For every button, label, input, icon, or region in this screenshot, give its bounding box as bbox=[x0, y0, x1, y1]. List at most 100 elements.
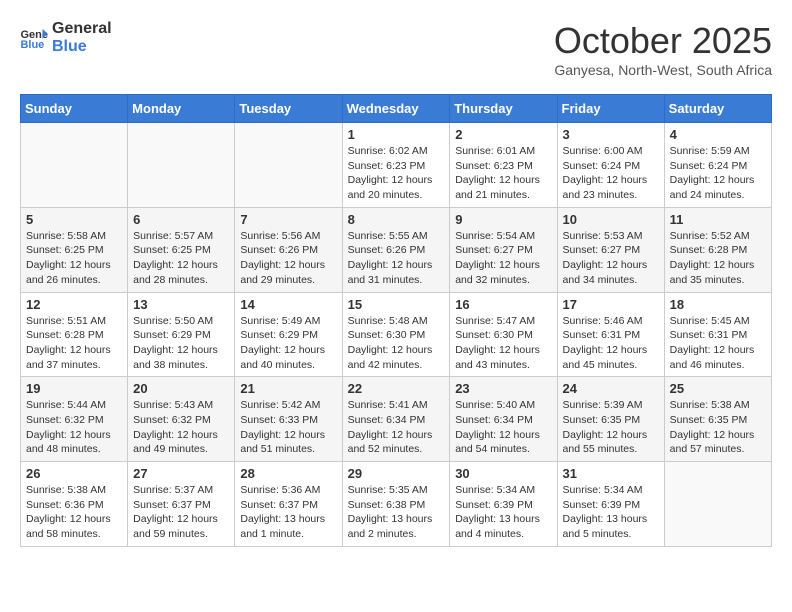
day-info: Sunrise: 5:45 AM Sunset: 6:31 PM Dayligh… bbox=[670, 314, 766, 373]
day-info: Sunrise: 5:52 AM Sunset: 6:28 PM Dayligh… bbox=[670, 229, 766, 288]
day-info: Sunrise: 5:53 AM Sunset: 6:27 PM Dayligh… bbox=[563, 229, 659, 288]
title-block: October 2025 Ganyesa, North-West, South … bbox=[554, 20, 772, 78]
weekday-header-wednesday: Wednesday bbox=[342, 95, 450, 123]
calendar-cell: 26 Sunrise: 5:38 AM Sunset: 6:36 PM Dayli… bbox=[21, 462, 128, 547]
calendar-cell: 24 Sunrise: 5:39 AM Sunset: 6:35 PM Dayli… bbox=[557, 377, 664, 462]
day-number: 2 bbox=[455, 127, 551, 142]
calendar-cell: 8Sunrise: 5:55 AM Sunset: 6:26 PM Daylig… bbox=[342, 207, 450, 292]
calendar-cell: 9Sunrise: 5:54 AM Sunset: 6:27 PM Daylig… bbox=[450, 207, 557, 292]
day-info: Sunrise: 5:48 AM Sunset: 6:30 PM Dayligh… bbox=[348, 314, 445, 373]
calendar-cell: 10 Sunrise: 5:53 AM Sunset: 6:27 PM Dayli… bbox=[557, 207, 664, 292]
weekday-header-tuesday: Tuesday bbox=[235, 95, 342, 123]
day-number: 3 bbox=[563, 127, 659, 142]
day-info: Sunrise: 5:50 AM Sunset: 6:29 PM Dayligh… bbox=[133, 314, 229, 373]
logo-blue-text: Blue bbox=[52, 38, 112, 56]
day-info: Sunrise: 6:01 AM Sunset: 6:23 PM Dayligh… bbox=[455, 144, 551, 203]
day-info: Sunrise: 5:44 AM Sunset: 6:32 PM Dayligh… bbox=[26, 398, 122, 457]
calendar-cell bbox=[21, 123, 128, 208]
calendar-cell: 27 Sunrise: 5:37 AM Sunset: 6:37 PM Dayli… bbox=[128, 462, 235, 547]
day-number: 4 bbox=[670, 127, 766, 142]
week-row-3: 12 Sunrise: 5:51 AM Sunset: 6:28 PM Dayli… bbox=[21, 292, 772, 377]
day-number: 19 bbox=[26, 381, 122, 396]
logo-general-text: General bbox=[52, 20, 112, 38]
calendar-table: SundayMondayTuesdayWednesdayThursdayFrid… bbox=[20, 94, 772, 547]
day-info: Sunrise: 5:46 AM Sunset: 6:31 PM Dayligh… bbox=[563, 314, 659, 373]
calendar-cell: 14 Sunrise: 5:49 AM Sunset: 6:29 PM Dayli… bbox=[235, 292, 342, 377]
day-number: 14 bbox=[240, 297, 336, 312]
weekday-header-sunday: Sunday bbox=[21, 95, 128, 123]
calendar-cell: 30Sunrise: 5:34 AM Sunset: 6:39 PM Dayli… bbox=[450, 462, 557, 547]
day-number: 21 bbox=[240, 381, 336, 396]
week-row-1: 1 Sunrise: 6:02 AM Sunset: 6:23 PM Daylig… bbox=[21, 123, 772, 208]
day-info: Sunrise: 5:47 AM Sunset: 6:30 PM Dayligh… bbox=[455, 314, 551, 373]
calendar-cell: 18 Sunrise: 5:45 AM Sunset: 6:31 PM Dayli… bbox=[664, 292, 771, 377]
calendar-cell: 13 Sunrise: 5:50 AM Sunset: 6:29 PM Dayli… bbox=[128, 292, 235, 377]
day-number: 17 bbox=[563, 297, 659, 312]
day-info: Sunrise: 5:59 AM Sunset: 6:24 PM Dayligh… bbox=[670, 144, 766, 203]
calendar-cell: 12 Sunrise: 5:51 AM Sunset: 6:28 PM Dayli… bbox=[21, 292, 128, 377]
logo: General Blue General Blue bbox=[20, 20, 112, 55]
calendar-cell: 19 Sunrise: 5:44 AM Sunset: 6:32 PM Dayli… bbox=[21, 377, 128, 462]
day-info: Sunrise: 6:02 AM Sunset: 6:23 PM Dayligh… bbox=[348, 144, 445, 203]
day-info: Sunrise: 5:56 AM Sunset: 6:26 PM Dayligh… bbox=[240, 229, 336, 288]
day-info: Sunrise: 5:57 AM Sunset: 6:25 PM Dayligh… bbox=[133, 229, 229, 288]
day-number: 23 bbox=[455, 381, 551, 396]
weekday-header-thursday: Thursday bbox=[450, 95, 557, 123]
day-info: Sunrise: 5:35 AM Sunset: 6:38 PM Dayligh… bbox=[348, 483, 445, 542]
day-number: 12 bbox=[26, 297, 122, 312]
calendar-cell: 28 Sunrise: 5:36 AM Sunset: 6:37 PM Dayli… bbox=[235, 462, 342, 547]
day-number: 5 bbox=[26, 212, 122, 227]
day-info: Sunrise: 5:49 AM Sunset: 6:29 PM Dayligh… bbox=[240, 314, 336, 373]
day-number: 28 bbox=[240, 466, 336, 481]
day-info: Sunrise: 5:38 AM Sunset: 6:35 PM Dayligh… bbox=[670, 398, 766, 457]
calendar-cell: 20 Sunrise: 5:43 AM Sunset: 6:32 PM Dayli… bbox=[128, 377, 235, 462]
week-row-2: 5 Sunrise: 5:58 AM Sunset: 6:25 PM Daylig… bbox=[21, 207, 772, 292]
day-info: Sunrise: 5:43 AM Sunset: 6:32 PM Dayligh… bbox=[133, 398, 229, 457]
day-number: 18 bbox=[670, 297, 766, 312]
day-number: 29 bbox=[348, 466, 445, 481]
day-info: Sunrise: 5:42 AM Sunset: 6:33 PM Dayligh… bbox=[240, 398, 336, 457]
day-number: 31 bbox=[563, 466, 659, 481]
day-info: Sunrise: 5:37 AM Sunset: 6:37 PM Dayligh… bbox=[133, 483, 229, 542]
calendar-cell: 21 Sunrise: 5:42 AM Sunset: 6:33 PM Dayli… bbox=[235, 377, 342, 462]
day-info: Sunrise: 5:38 AM Sunset: 6:36 PM Dayligh… bbox=[26, 483, 122, 542]
calendar-cell: 6 Sunrise: 5:57 AM Sunset: 6:25 PM Daylig… bbox=[128, 207, 235, 292]
week-row-5: 26 Sunrise: 5:38 AM Sunset: 6:36 PM Dayli… bbox=[21, 462, 772, 547]
day-number: 27 bbox=[133, 466, 229, 481]
calendar-cell: 1 Sunrise: 6:02 AM Sunset: 6:23 PM Daylig… bbox=[342, 123, 450, 208]
month-title: October 2025 bbox=[554, 20, 772, 62]
calendar-cell bbox=[128, 123, 235, 208]
day-number: 20 bbox=[133, 381, 229, 396]
day-info: Sunrise: 5:34 AM Sunset: 6:39 PM Dayligh… bbox=[563, 483, 659, 542]
calendar-cell: 29 Sunrise: 5:35 AM Sunset: 6:38 PM Dayli… bbox=[342, 462, 450, 547]
calendar-cell: 5 Sunrise: 5:58 AM Sunset: 6:25 PM Daylig… bbox=[21, 207, 128, 292]
day-info: Sunrise: 5:34 AM Sunset: 6:39 PM Dayligh… bbox=[455, 483, 551, 542]
calendar-cell: 7 Sunrise: 5:56 AM Sunset: 6:26 PM Daylig… bbox=[235, 207, 342, 292]
calendar-cell: 22Sunrise: 5:41 AM Sunset: 6:34 PM Dayli… bbox=[342, 377, 450, 462]
day-info: Sunrise: 5:58 AM Sunset: 6:25 PM Dayligh… bbox=[26, 229, 122, 288]
weekday-header-friday: Friday bbox=[557, 95, 664, 123]
day-number: 26 bbox=[26, 466, 122, 481]
day-number: 10 bbox=[563, 212, 659, 227]
calendar-cell: 31 Sunrise: 5:34 AM Sunset: 6:39 PM Dayli… bbox=[557, 462, 664, 547]
day-number: 6 bbox=[133, 212, 229, 227]
page-header: General Blue General Blue October 2025 G… bbox=[20, 20, 772, 78]
day-number: 24 bbox=[563, 381, 659, 396]
day-number: 1 bbox=[348, 127, 445, 142]
day-number: 13 bbox=[133, 297, 229, 312]
calendar-cell: 3 Sunrise: 6:00 AM Sunset: 6:24 PM Daylig… bbox=[557, 123, 664, 208]
calendar-cell: 15Sunrise: 5:48 AM Sunset: 6:30 PM Dayli… bbox=[342, 292, 450, 377]
calendar-cell: 17 Sunrise: 5:46 AM Sunset: 6:31 PM Dayli… bbox=[557, 292, 664, 377]
weekday-header-monday: Monday bbox=[128, 95, 235, 123]
day-info: Sunrise: 5:39 AM Sunset: 6:35 PM Dayligh… bbox=[563, 398, 659, 457]
calendar-cell: 2 Sunrise: 6:01 AM Sunset: 6:23 PM Daylig… bbox=[450, 123, 557, 208]
weekday-header-row: SundayMondayTuesdayWednesdayThursdayFrid… bbox=[21, 95, 772, 123]
day-info: Sunrise: 5:36 AM Sunset: 6:37 PM Dayligh… bbox=[240, 483, 336, 542]
calendar-cell: 11Sunrise: 5:52 AM Sunset: 6:28 PM Dayli… bbox=[664, 207, 771, 292]
calendar-cell bbox=[235, 123, 342, 208]
day-info: Sunrise: 6:00 AM Sunset: 6:24 PM Dayligh… bbox=[563, 144, 659, 203]
day-info: Sunrise: 5:51 AM Sunset: 6:28 PM Dayligh… bbox=[26, 314, 122, 373]
calendar-cell bbox=[664, 462, 771, 547]
day-info: Sunrise: 5:41 AM Sunset: 6:34 PM Dayligh… bbox=[348, 398, 445, 457]
day-number: 7 bbox=[240, 212, 336, 227]
